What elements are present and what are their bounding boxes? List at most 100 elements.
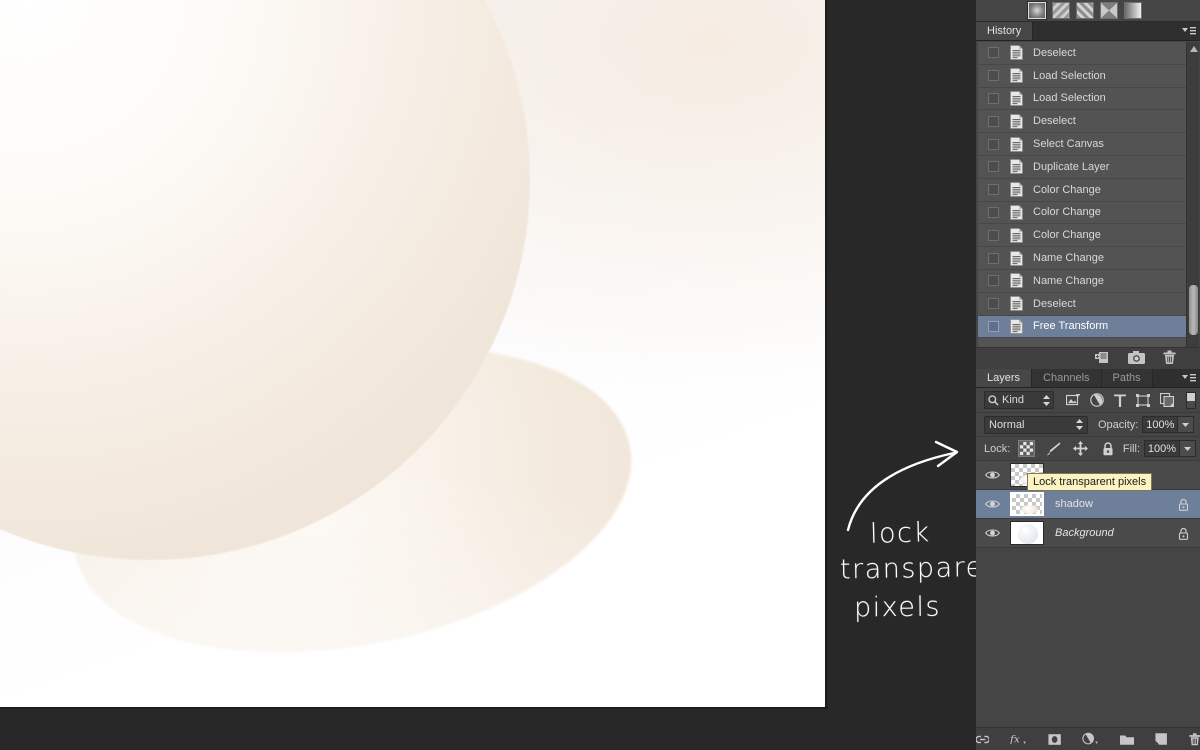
lock-row: Lock: Fill: 100% (976, 437, 1200, 461)
layer-thumbnail[interactable] (1010, 492, 1044, 516)
delete-state-icon[interactable] (1163, 350, 1176, 368)
history-item[interactable]: Color Change (978, 178, 1186, 202)
history-state-icon (1010, 113, 1023, 129)
layer-style-fx-icon[interactable]: fx (1010, 732, 1027, 746)
tab-paths[interactable]: Paths (1101, 369, 1153, 387)
fill-stepper[interactable] (1180, 440, 1196, 457)
right-dock: History Deselect Load Selection Load Selec… (975, 0, 1200, 750)
history-snapshot-checkbox[interactable] (988, 320, 999, 332)
history-state-icon (1010, 273, 1023, 289)
opacity-value[interactable]: 100% (1142, 416, 1179, 433)
layer-thumbnail[interactable] (1010, 521, 1044, 545)
layers-footer: fx (975, 727, 1200, 750)
opacity-stepper[interactable] (1178, 416, 1195, 433)
add-layer-mask-icon[interactable] (1048, 733, 1061, 746)
tab-history[interactable]: History (976, 22, 1034, 40)
history-item-label: Load Selection (1033, 92, 1106, 105)
history-snapshot-checkbox[interactable] (988, 252, 999, 264)
layer-lock-indicator-icon (1178, 527, 1189, 540)
history-item[interactable]: Load Selection (978, 87, 1186, 111)
create-document-from-state-icon[interactable] (1095, 350, 1110, 367)
tab-layers[interactable]: Layers (976, 369, 1033, 387)
history-scrollbar[interactable] (1186, 42, 1199, 369)
layer-visibility-icon[interactable] (976, 470, 1008, 480)
history-panel-menu-icon[interactable] (1181, 25, 1197, 38)
lock-transparent-pixels-icon[interactable] (1018, 440, 1036, 457)
history-item[interactable]: Color Change (978, 201, 1186, 225)
annotation-line-3: pixels (853, 591, 942, 624)
filter-type-layers-icon[interactable] (1114, 394, 1126, 407)
history-item[interactable]: Name Change (978, 247, 1186, 270)
filter-smart-object-icon[interactable] (1160, 393, 1174, 407)
new-adjustment-layer-icon[interactable] (1082, 732, 1099, 746)
lock-position-icon[interactable] (1072, 440, 1089, 457)
history-snapshot-checkbox[interactable] (988, 298, 999, 310)
history-snapshot-checkbox[interactable] (988, 229, 999, 241)
link-layers-icon[interactable] (975, 734, 990, 745)
history-item-label: Name Change (1033, 252, 1104, 265)
history-item[interactable]: Deselect (978, 292, 1186, 316)
history-snapshot-checkbox[interactable] (988, 184, 999, 196)
history-footer (976, 347, 1200, 369)
history-item[interactable]: Name Change (978, 269, 1186, 293)
filter-shape-layers-icon[interactable] (1136, 393, 1150, 407)
tab-channels[interactable]: Channels (1032, 369, 1102, 387)
history-item[interactable]: Duplicate Layer (978, 155, 1186, 179)
layer-list[interactable]: shadow Background (976, 461, 1200, 727)
document-canvas[interactable] (0, 0, 825, 707)
history-item[interactable]: Deselect (978, 110, 1186, 134)
delete-layer-icon[interactable] (1188, 732, 1200, 747)
history-item[interactable]: Deselect (978, 42, 1186, 65)
filter-kind-select[interactable]: Kind (984, 391, 1054, 409)
layer-visibility-icon[interactable] (976, 499, 1008, 509)
layer-row[interactable]: Background (976, 519, 1200, 548)
new-group-icon[interactable] (1120, 733, 1135, 746)
gradient-preset-strip[interactable] (976, 0, 1200, 22)
layer-name-label[interactable]: Background (1055, 527, 1178, 539)
history-snapshot-checkbox[interactable] (988, 70, 999, 82)
gradient-preset-5[interactable] (1124, 2, 1142, 19)
layers-panel-menu-icon[interactable] (1181, 372, 1197, 385)
history-item[interactable]: Color Change (978, 224, 1186, 248)
lock-all-icon[interactable] (1099, 440, 1116, 457)
history-snapshot-checkbox[interactable] (988, 138, 999, 150)
history-snapshot-checkbox[interactable] (988, 161, 999, 173)
history-snapshot-checkbox[interactable] (988, 206, 999, 218)
fill-value[interactable]: 100% (1144, 440, 1180, 457)
lock-image-pixels-icon[interactable] (1045, 440, 1062, 457)
blend-mode-value: Normal (989, 418, 1025, 431)
history-item[interactable]: Select Canvas (978, 133, 1186, 156)
filter-pixel-layers-icon[interactable] (1066, 393, 1080, 407)
history-state-icon (1010, 91, 1023, 106)
new-layer-icon[interactable] (1155, 732, 1168, 746)
canvas-workspace[interactable]: lock transparent pixels (0, 0, 976, 750)
filter-enable-toggle[interactable] (1186, 392, 1196, 409)
scroll-up-icon[interactable] (1187, 42, 1200, 55)
layer-name-label[interactable]: shadow (1055, 498, 1178, 510)
history-snapshot-checkbox[interactable] (988, 275, 999, 287)
history-item[interactable]: Free Transform (978, 315, 1186, 339)
gradient-preset-2[interactable] (1052, 2, 1070, 19)
blend-stepper-icon[interactable] (1076, 419, 1083, 430)
layer-lock-indicator-icon (1178, 498, 1189, 511)
kind-stepper-icon[interactable] (1043, 394, 1050, 406)
filter-adjustment-layers-icon[interactable] (1090, 393, 1104, 407)
handwritten-annotation: lock transparent pixels (826, 440, 976, 660)
layer-visibility-icon[interactable] (976, 528, 1008, 538)
svg-text:fx: fx (1010, 734, 1020, 746)
history-snapshot-checkbox[interactable] (988, 47, 999, 59)
gradient-preset-3[interactable] (1076, 2, 1094, 19)
history-state-icon (1010, 68, 1023, 84)
gradient-preset-1[interactable] (1028, 2, 1046, 19)
history-item[interactable]: Load Selection (978, 64, 1186, 88)
opacity-label: Opacity: (1098, 418, 1139, 431)
history-list[interactable]: Deselect Load Selection Load Selection Dese… (978, 42, 1186, 369)
search-icon (988, 394, 999, 405)
history-snapshot-checkbox[interactable] (988, 115, 999, 127)
create-snapshot-icon[interactable] (1128, 350, 1145, 367)
layer-row[interactable]: shadow (976, 490, 1200, 519)
history-scrollbar-thumb[interactable] (1189, 285, 1198, 335)
history-snapshot-checkbox[interactable] (988, 92, 999, 104)
gradient-preset-4[interactable] (1100, 2, 1118, 19)
blend-mode-select[interactable]: Normal (984, 415, 1088, 434)
